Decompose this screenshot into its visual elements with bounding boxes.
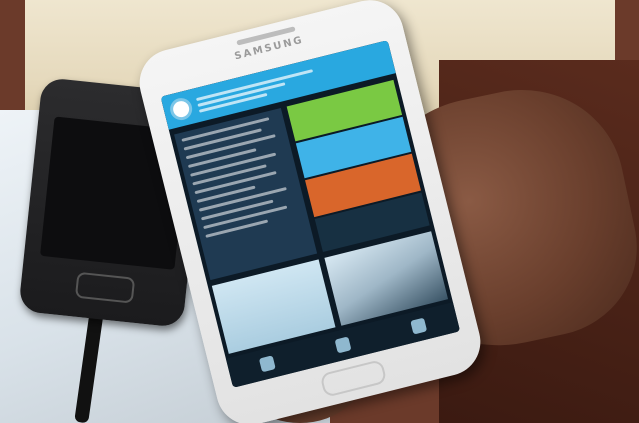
- nav-home-icon[interactable]: [258, 355, 276, 373]
- nav-people-icon[interactable]: [334, 336, 352, 354]
- white-phone-screen: [160, 40, 461, 388]
- logo-circle-icon: [167, 95, 195, 123]
- white-phone-home-key[interactable]: [319, 359, 388, 398]
- photo-scene: SAMSUNG: [0, 0, 639, 423]
- nav-menu-icon[interactable]: [410, 317, 428, 335]
- black-phone-home-key: [74, 271, 136, 304]
